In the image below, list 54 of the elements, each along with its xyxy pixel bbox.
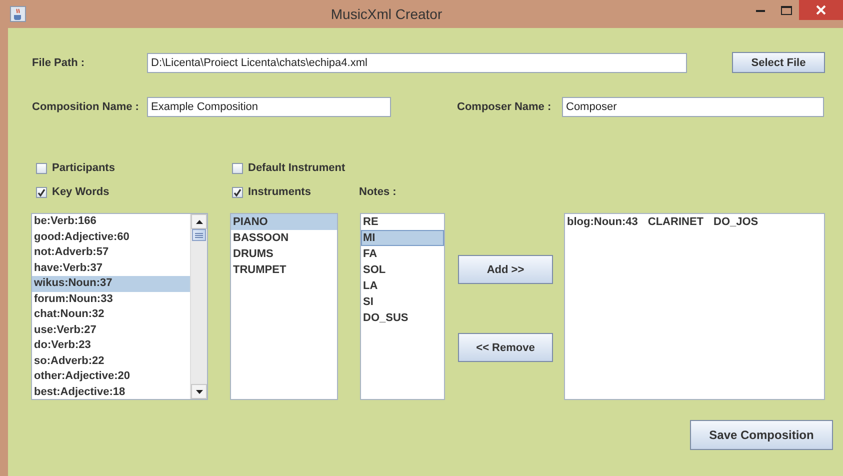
- list-item[interactable]: forum:Noun:33: [32, 292, 190, 307]
- checkbox[interactable]: [232, 186, 243, 198]
- list-item[interactable]: do:Verb:23: [32, 338, 190, 354]
- list-item[interactable]: TRUMPET: [231, 262, 337, 278]
- checkbox-label[interactable]: Participants: [52, 162, 115, 174]
- checkbox-label[interactable]: Key Words: [52, 186, 110, 198]
- composition-name-field[interactable]: Example Composition: [147, 97, 391, 117]
- list-item[interactable]: BASSOON: [231, 230, 337, 246]
- list-item[interactable]: other:Adjective:20: [32, 369, 190, 384]
- up-arrow-icon[interactable]: [196, 220, 202, 224]
- checkbox-label[interactable]: Instruments: [248, 186, 311, 198]
- composition-entry: CLARINET: [648, 216, 704, 228]
- checkbox-label[interactable]: Default Instrument: [248, 162, 346, 174]
- add-button[interactable]: Add >>: [458, 255, 553, 284]
- composition-entry: DO_JOS: [714, 216, 758, 228]
- list-item[interactable]: best:Adjective:18: [32, 384, 190, 399]
- list-item[interactable]: SI: [361, 294, 444, 310]
- list-item[interactable]: so:Adverb:22: [32, 354, 190, 369]
- list-item[interactable]: FA: [361, 246, 444, 262]
- remove-button[interactable]: << Remove: [458, 333, 553, 362]
- list-item[interactable]: wikus:Noun:37: [32, 276, 190, 292]
- composition-entry: blog:Noun:43: [567, 216, 638, 228]
- maximize-icon: [780, 6, 792, 14]
- checkbox[interactable]: [36, 186, 47, 198]
- window-title: MusicXml Creator: [330, 6, 444, 22]
- save-composition-button[interactable]: Save Composition: [690, 420, 833, 450]
- list-item[interactable]: have:Verb:37: [32, 260, 190, 276]
- minimize-icon: [756, 8, 764, 12]
- list-item[interactable]: PIANO: [231, 214, 337, 230]
- list-item[interactable]: RE: [361, 214, 444, 230]
- checkbox[interactable]: [232, 162, 243, 174]
- list-item[interactable]: LA: [361, 278, 444, 294]
- list-item[interactable]: SOL: [361, 262, 444, 278]
- list-item[interactable]: good:Adjective:60: [32, 230, 190, 245]
- checkbox[interactable]: [36, 162, 47, 174]
- select-file-button[interactable]: Select File: [732, 52, 825, 73]
- list-item[interactable]: chat:Noun:32: [32, 307, 190, 322]
- file-path-field[interactable]: D:\Licenta\Proiect Licenta\chats\echipa4.xml: [147, 52, 687, 72]
- notes-label: Notes :: [359, 186, 396, 198]
- list-item[interactable]: use:Verb:27: [32, 322, 190, 338]
- scrollbar[interactable]: [190, 214, 207, 399]
- file-path-label: File Path :: [32, 56, 86, 68]
- list-item[interactable]: be:Verb:166: [32, 214, 190, 230]
- list-item[interactable]: DO_SUS: [361, 310, 444, 326]
- coffee-cup-icon: [10, 6, 26, 22]
- list-item[interactable]: DRUMS: [231, 246, 337, 262]
- close-button[interactable]: [799, 0, 843, 20]
- composer-name-field[interactable]: Composer: [562, 97, 824, 117]
- close-icon: [816, 5, 826, 15]
- composer-name-label: Composer Name :: [457, 101, 552, 113]
- list-item[interactable]: not:Adverb:57: [32, 245, 190, 260]
- list-item[interactable]: MI: [361, 230, 444, 246]
- composition-name-label: Composition Name :: [32, 101, 140, 113]
- down-arrow-icon[interactable]: [196, 390, 202, 394]
